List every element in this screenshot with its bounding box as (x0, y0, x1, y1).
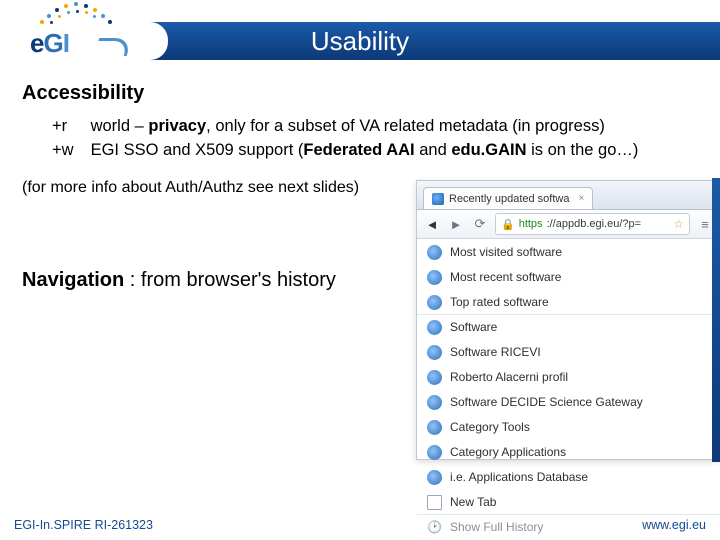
bullet-read: +r world – privacy, only for a subset of… (52, 115, 698, 139)
history-dropdown: Most visited software Most recent softwa… (417, 239, 720, 539)
lock-icon: 🔒 (501, 218, 515, 231)
logo-text: eGI (30, 28, 69, 59)
egi-logo: eGI (0, 0, 140, 68)
history-item[interactable]: Most recent software (417, 264, 720, 289)
history-item[interactable]: Top rated software (417, 289, 720, 314)
accessibility-bullets: +r world – privacy, only for a subset of… (52, 115, 698, 163)
favicon-icon (432, 193, 444, 205)
footer-left: EGI-In.SPIRE RI-261323 (14, 518, 153, 532)
browser-toolbar: ◄ ► ⟳ 🔒 https://appdb.egi.eu/?p= ☆ ≡ (417, 209, 720, 239)
slide-footer: EGI-In.SPIRE RI-261323 www.egi.eu (0, 510, 720, 540)
globe-icon (427, 245, 442, 260)
browser-tab-strip: Recently updated softwa × (417, 181, 720, 209)
reload-icon[interactable]: ⟳ (471, 215, 489, 233)
logo-tab-bg (130, 22, 168, 60)
globe-icon (427, 445, 442, 460)
bullet-write: +w EGI SSO and X509 support (Federated A… (52, 139, 698, 163)
globe-icon (427, 270, 442, 285)
tab-title: Recently updated softwa (449, 193, 569, 205)
logo-dots-icon (38, 2, 118, 28)
footer-right: www.egi.eu (642, 518, 706, 532)
accessibility-heading: Accessibility (22, 82, 698, 105)
tag-r: +r (52, 115, 86, 139)
globe-icon (427, 345, 442, 360)
slide-right-accent (712, 178, 720, 462)
forward-icon[interactable]: ► (447, 215, 465, 233)
history-item[interactable]: Most visited software (417, 239, 720, 264)
slide-title: Usability (311, 26, 409, 57)
slide-header: Usability eGI (0, 0, 720, 68)
globe-icon (427, 320, 442, 335)
url-https: https (519, 218, 543, 230)
logo-swoosh-icon (93, 38, 134, 56)
address-bar[interactable]: 🔒 https ://appdb.egi.eu/?p= ☆ (495, 213, 690, 235)
back-icon[interactable]: ◄ (423, 215, 441, 233)
globe-icon (427, 295, 442, 310)
globe-icon (427, 470, 442, 485)
close-tab-icon[interactable]: × (578, 193, 584, 204)
browser-window: Recently updated softwa × ◄ ► ⟳ 🔒 https:… (416, 180, 720, 460)
history-item[interactable]: Software (417, 314, 720, 339)
history-item[interactable]: i.e. Applications Database (417, 464, 720, 489)
history-item[interactable]: Roberto Alacerni profil (417, 364, 720, 389)
history-item[interactable]: Software RICEVI (417, 339, 720, 364)
tag-w: +w (52, 139, 86, 163)
globe-icon (427, 370, 442, 385)
doc-icon (427, 495, 442, 510)
history-item[interactable]: Category Applications (417, 439, 720, 464)
navigation-bold: Navigation (22, 269, 124, 291)
bookmark-star-icon[interactable]: ☆ (673, 217, 684, 231)
globe-icon (427, 420, 442, 435)
url-rest: ://appdb.egi.eu/?p= (547, 218, 642, 230)
globe-icon (427, 395, 442, 410)
history-item[interactable]: Category Tools (417, 414, 720, 439)
history-item[interactable]: Software DECIDE Science Gateway (417, 389, 720, 414)
browser-tab[interactable]: Recently updated softwa × (423, 187, 593, 209)
